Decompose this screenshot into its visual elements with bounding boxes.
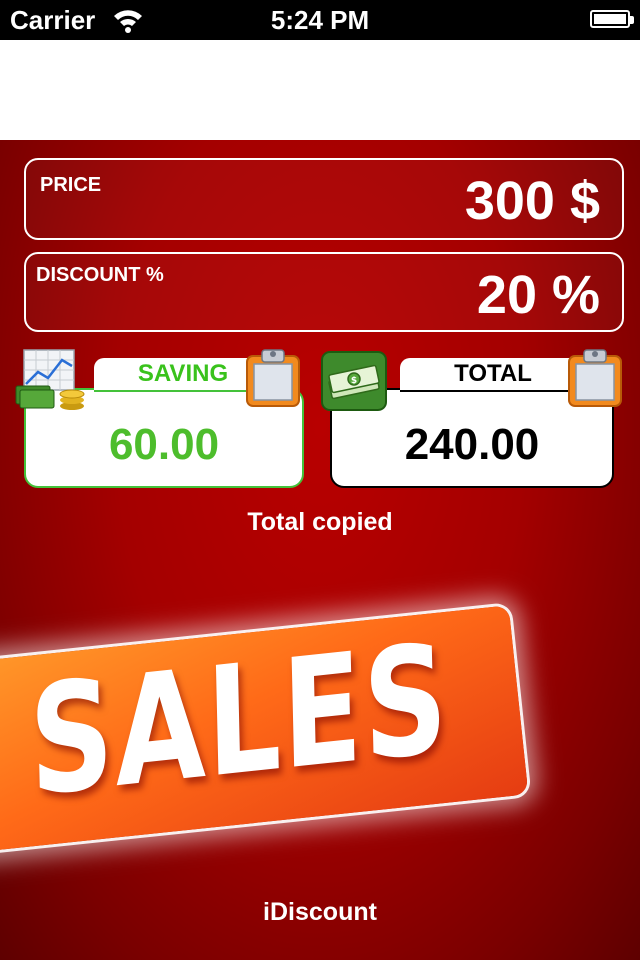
copy-status-message: Total copied: [247, 508, 393, 536]
chart-coins-icon: [15, 349, 85, 410]
price-value: 300 $: [464, 171, 600, 231]
price-field[interactable]: PRICE 300 $: [24, 158, 624, 240]
svg-text:$: $: [351, 376, 357, 386]
total-value: 240.00: [404, 420, 540, 469]
discount-field[interactable]: DISCOUNT % 20 %: [24, 252, 624, 332]
ad-banner[interactable]: [0, 40, 640, 140]
sales-banner-text: SALES: [27, 611, 451, 831]
clock: 5:24 PM: [270, 5, 370, 35]
app-name: iDiscount: [263, 898, 377, 926]
price-label: PRICE: [40, 174, 102, 196]
discount-value: 20 %: [476, 265, 600, 325]
status-bar: Carrier 5:24 PM: [0, 0, 640, 40]
copy-total-clipboard-icon[interactable]: [566, 348, 624, 408]
battery-icon: [590, 10, 634, 28]
discount-label: DISCOUNT %: [36, 264, 164, 286]
total-label: TOTAL: [400, 358, 586, 392]
saving-value: 60.00: [108, 420, 220, 469]
main-panel: PRICE 300 $ DISCOUNT % 20 % 60.00 SAVING…: [0, 140, 640, 960]
sales-banner: SALES: [0, 605, 529, 853]
money-stack-icon: $: [321, 351, 387, 411]
copy-saving-clipboard-icon[interactable]: [244, 348, 302, 408]
